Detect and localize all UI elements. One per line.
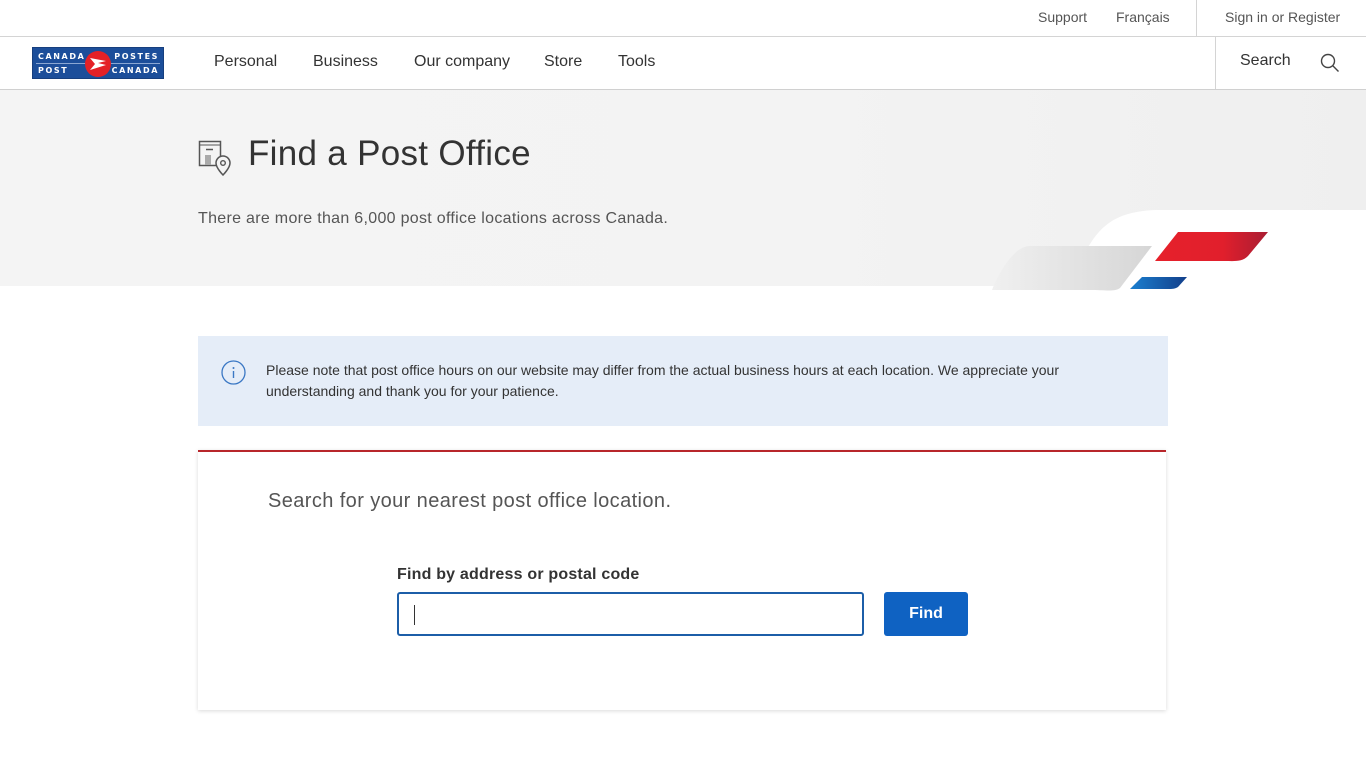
search-icon bbox=[1320, 53, 1340, 78]
logo-text-post: POST bbox=[38, 66, 69, 75]
nav-item-store[interactable]: Store bbox=[544, 53, 582, 71]
logo-emblem-icon bbox=[85, 51, 111, 77]
address-field-label: Find by address or postal code bbox=[397, 566, 640, 583]
info-icon bbox=[221, 360, 246, 390]
address-postal-code-input[interactable] bbox=[397, 592, 864, 636]
page-title: Find a Post Office bbox=[248, 134, 531, 173]
main-navigation: CANADA POST POSTES CANADA Personal Busin… bbox=[0, 37, 1366, 90]
sign-in-register-link[interactable]: Sign in or Register bbox=[1225, 9, 1340, 25]
page-subtitle: There are more than 6,000 post office lo… bbox=[198, 210, 669, 227]
notice-text: Please note that post office hours on ou… bbox=[266, 362, 1060, 399]
info-notice: Please note that post office hours on ou… bbox=[198, 336, 1168, 426]
search-card-heading: Search for your nearest post office loca… bbox=[268, 490, 672, 512]
nav-item-personal[interactable]: Personal bbox=[214, 53, 277, 71]
post-office-location-icon bbox=[198, 140, 234, 181]
nav-item-our-company[interactable]: Our company bbox=[414, 53, 510, 71]
brand-swoosh-graphic bbox=[980, 200, 1366, 305]
utility-divider bbox=[1196, 0, 1197, 36]
logo-text-postes: POSTES bbox=[114, 52, 159, 61]
nav-item-business[interactable]: Business bbox=[313, 53, 378, 71]
canada-post-logo[interactable]: CANADA POST POSTES CANADA bbox=[32, 47, 164, 79]
find-button[interactable]: Find bbox=[884, 592, 968, 636]
nav-item-tools[interactable]: Tools bbox=[618, 53, 655, 71]
utility-bar: Support Français Sign in or Register bbox=[0, 0, 1366, 37]
search-card: Search for your nearest post office loca… bbox=[198, 450, 1166, 710]
text-cursor bbox=[414, 605, 415, 625]
search-button[interactable]: Search bbox=[1215, 37, 1366, 89]
search-label: Search bbox=[1240, 52, 1291, 69]
logo-text-canada-fr: CANADA bbox=[111, 66, 159, 75]
language-toggle-link[interactable]: Français bbox=[1116, 9, 1170, 25]
logo-text-canada: CANADA bbox=[38, 52, 86, 61]
support-link[interactable]: Support bbox=[1038, 9, 1087, 25]
